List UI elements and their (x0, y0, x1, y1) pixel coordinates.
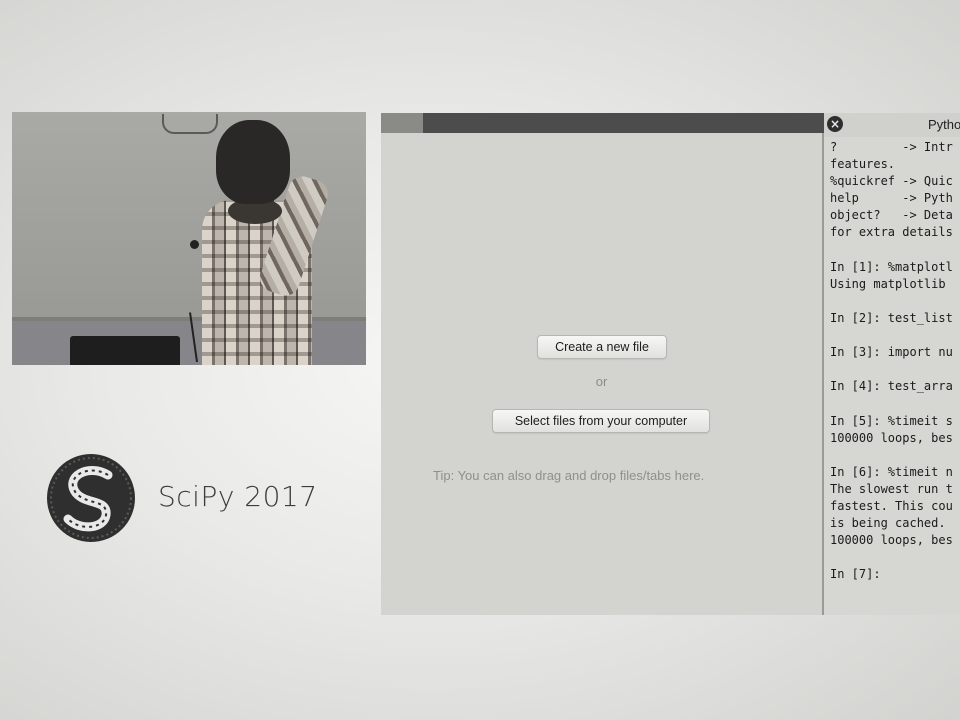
console-line: In [4]: test_arra (830, 379, 953, 394)
console-line: Using matplotlib (830, 276, 946, 291)
tab-launcher[interactable] (381, 113, 423, 133)
console-title: Pytho (928, 117, 960, 132)
speaker-head (216, 120, 290, 204)
console-line: 100000 loops, bes (830, 430, 953, 445)
drag-drop-tip: Tip: You can also drag and drop files/ta… (433, 468, 705, 483)
console-line: In [1]: %matplotl (830, 259, 953, 274)
console-line: ? -> Intr (830, 140, 953, 154)
console-line: In [5]: %timeit s (830, 413, 953, 428)
or-separator: or (595, 374, 608, 389)
console-line: In [3]: import nu (830, 345, 953, 360)
console-line: In [7]: (830, 567, 881, 582)
console-line: help -> Pyth (830, 191, 953, 206)
tab-bar (381, 113, 824, 133)
laptop (70, 336, 180, 365)
jupyterlab-window: Create a new file or Select files from y… (381, 113, 960, 615)
console-line: for extra details (830, 225, 953, 240)
select-files-button[interactable]: Select files from your computer (492, 409, 710, 433)
create-new-file-button[interactable]: Create a new file (537, 335, 667, 359)
file-launcher-panel: Create a new file or Select files from y… (381, 133, 824, 615)
whiteboard-writing (162, 114, 218, 134)
console-line: %quickref -> Quic (830, 174, 953, 189)
wall (12, 321, 366, 365)
console-output: ? -> Intr features. %quickref -> Quic help … (830, 139, 960, 583)
python-console[interactable]: × Pytho ? -> Intr features. %quickref -> Q… (824, 113, 960, 615)
scipy-logo-icon (47, 454, 135, 542)
console-line: fastest. This cou (830, 498, 953, 513)
close-icon[interactable]: × (827, 116, 843, 132)
conference-title: SciPy 2017 (158, 480, 318, 513)
console-line: The slowest run t (830, 481, 953, 496)
console-header: × Pytho (824, 113, 960, 137)
console-line: features. (830, 157, 896, 172)
console-line: In [6]: %timeit n (830, 464, 953, 479)
console-line: is being cached. (830, 516, 946, 531)
console-line: object? -> Deta (830, 208, 953, 223)
console-line: 100000 loops, bes (830, 533, 953, 548)
console-line: In [2]: test_list (830, 310, 953, 325)
speaker-video (12, 112, 366, 365)
microphone-icon (190, 240, 199, 249)
